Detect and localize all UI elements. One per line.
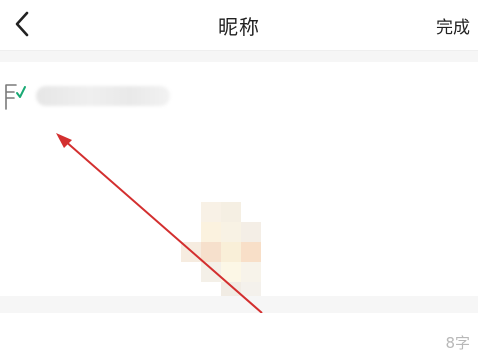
annotation-arrow: [56, 133, 263, 313]
char-count-label: 8字: [445, 334, 470, 352]
